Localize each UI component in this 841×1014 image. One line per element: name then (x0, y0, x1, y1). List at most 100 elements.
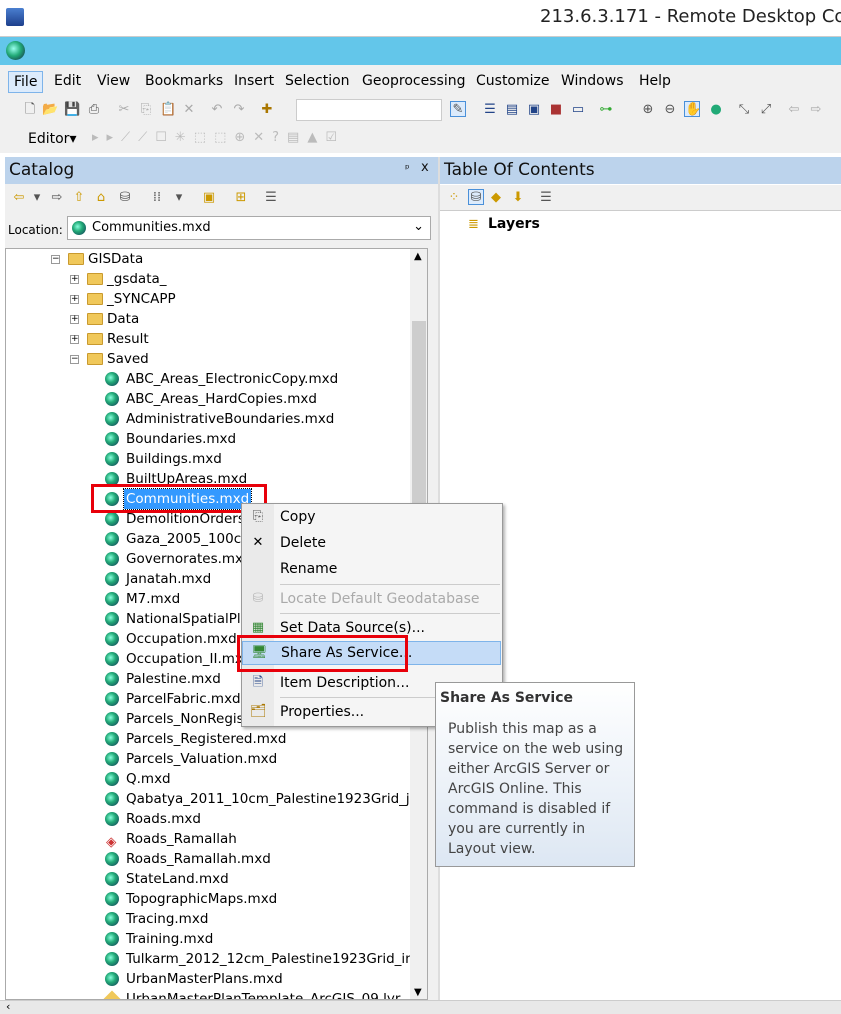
connect-folder-icon[interactable]: ⛁ (117, 190, 133, 206)
forward-extent-icon[interactable]: ⇨ (808, 102, 824, 118)
tree-item[interactable]: UrbanMasterPlans.mxd (6, 969, 406, 989)
horizontal-scrollbar[interactable]: ‹ (0, 1000, 841, 1014)
expand-icon[interactable]: + (70, 275, 79, 284)
tree-folder[interactable]: + _SYNCAPP (6, 289, 406, 309)
tree-folder[interactable]: − Saved (6, 349, 406, 369)
tree-item[interactable]: Boundaries.mxd (6, 429, 406, 449)
fixed-zoom-in-icon[interactable]: ⤡ (736, 102, 752, 118)
arctoolbox-icon[interactable]: ■ (548, 102, 564, 118)
editor-toolbar-icon[interactable]: ✎ (450, 101, 466, 117)
toggle-tree-icon[interactable]: ⊞ (233, 190, 249, 206)
tree-item[interactable]: Tulkarm_2012_12cm_Palestine1923Grid_img (6, 949, 427, 969)
zoom-in-icon[interactable]: ⊕ (640, 102, 656, 118)
paste-icon[interactable]: 📋 (160, 102, 176, 118)
views-icon[interactable]: ⁞⁞ (149, 190, 165, 206)
undo-icon[interactable]: ↶ (209, 102, 225, 118)
delete-icon[interactable]: ✕ (181, 102, 197, 118)
list-by-visibility-icon[interactable]: ◆ (488, 190, 504, 206)
back-extent-icon[interactable]: ⇦ (786, 102, 802, 118)
toc-options-icon[interactable]: ☰ (538, 190, 554, 206)
tree-item[interactable]: Qabatya_2011_10cm_Palestine1923Grid_jpg (6, 789, 427, 809)
python-window-icon[interactable]: ▭ (570, 102, 586, 118)
tree-folder[interactable]: + _gsdata_ (6, 269, 406, 289)
menu-selection[interactable]: Selection (280, 71, 355, 91)
tree-label: Gaza_2005_100cm (126, 531, 255, 547)
print-icon[interactable]: ⎙ (86, 102, 102, 118)
new-folder-icon[interactable]: ▣ (201, 190, 217, 206)
open-icon[interactable]: 📂 (42, 102, 58, 118)
menu-bookmarks[interactable]: Bookmarks (140, 71, 228, 91)
menu-windows[interactable]: Windows (556, 71, 629, 91)
menu-help[interactable]: Help (634, 71, 676, 91)
forward-icon[interactable]: ⇨ (49, 190, 65, 206)
list-by-source-icon[interactable]: ⛁ (468, 189, 484, 205)
tree-item[interactable]: Q.mxd (6, 769, 406, 789)
close-icon[interactable]: x (421, 160, 429, 175)
scroll-down-icon[interactable]: ▼ (414, 987, 422, 998)
redo-icon[interactable]: ↷ (231, 102, 247, 118)
menu-item-delete[interactable]: ✕ Delete (242, 530, 502, 556)
toc-icon[interactable]: ☰ (482, 102, 498, 118)
tree-folder[interactable]: + Data (6, 309, 406, 329)
menu-item-copy[interactable]: ⎘ Copy (242, 504, 502, 530)
views-dropdown-icon[interactable]: ▾ (171, 190, 187, 206)
menu-insert[interactable]: Insert (229, 71, 279, 91)
fixed-zoom-out-icon[interactable]: ⤢ (758, 102, 774, 118)
dropdown-icon[interactable]: ▾ (29, 190, 45, 206)
tree-item[interactable]: Roads.mxd (6, 809, 406, 829)
zoom-out-icon[interactable]: ⊖ (662, 102, 678, 118)
tree-item[interactable]: Roads_Ramallah.mxd (6, 849, 406, 869)
tree-item[interactable]: ABC_Areas_HardCopies.mxd (6, 389, 406, 409)
copy-icon[interactable]: ⎘ (138, 102, 154, 118)
menu-customize[interactable]: Customize (471, 71, 555, 91)
back-icon[interactable]: ⇦ (11, 190, 27, 206)
tree-item[interactable]: TopographicMaps.mxd (6, 889, 406, 909)
tree-item[interactable]: ◈ Roads_Ramallah (6, 829, 406, 850)
add-data-icon[interactable]: ✚ (259, 102, 275, 118)
cut-icon[interactable]: ✂ (116, 102, 132, 118)
list-by-drawing-order-icon[interactable]: ⁘ (446, 190, 462, 206)
scale-combo[interactable] (296, 99, 442, 121)
tree-label: Tulkarm_2012_12cm_Palestine1923Grid_img (126, 951, 427, 967)
full-extent-icon[interactable]: ● (708, 102, 724, 118)
editor-menu[interactable]: Editor▾ (28, 131, 76, 147)
pan-icon[interactable]: ✋ (684, 101, 701, 117)
tree-folder[interactable]: + Result (6, 329, 406, 349)
tree-item[interactable]: ABC_Areas_ElectronicCopy.mxd (6, 369, 406, 389)
menu-view[interactable]: View (92, 71, 135, 91)
tree-item[interactable]: Buildings.mxd (6, 449, 406, 469)
expand-icon[interactable]: + (70, 335, 79, 344)
save-icon[interactable]: 💾 (64, 102, 80, 118)
menu-item-rename[interactable]: Rename (242, 556, 502, 582)
tree-item[interactable]: AdministrativeBoundaries.mxd (6, 409, 406, 429)
tree-item[interactable]: UrbanMasterPlanTemplate_ArcGIS_09.lyr (6, 989, 406, 999)
scroll-left-icon[interactable]: ‹ (6, 1000, 10, 1013)
menu-file[interactable]: File (8, 71, 44, 93)
up-one-level-icon[interactable]: ⇧ (71, 190, 87, 206)
label: Item Description... (280, 675, 410, 691)
menu-edit[interactable]: Edit (49, 71, 86, 91)
list-by-selection-icon[interactable]: ⬇ (510, 190, 526, 206)
model-builder-icon[interactable]: ⊶ (598, 102, 614, 118)
search-window-icon[interactable]: ▣ (526, 102, 542, 118)
options-icon[interactable]: ☰ (263, 190, 279, 206)
tree-item[interactable]: StateLand.mxd (6, 869, 406, 889)
scroll-up-icon[interactable]: ▲ (414, 251, 422, 262)
expand-icon[interactable]: + (70, 315, 79, 324)
tree-item[interactable]: Tracing.mxd (6, 909, 406, 929)
collapse-icon[interactable]: − (51, 255, 60, 264)
location-combo[interactable]: Communities.mxd ⌄ (67, 216, 431, 240)
tree-item[interactable]: Parcels_Registered.mxd (6, 729, 406, 749)
menu-geoprocessing[interactable]: Geoprocessing (357, 71, 470, 91)
new-icon[interactable]: 🗋 (22, 102, 38, 118)
pin-icon[interactable]: ᵖ (405, 162, 410, 175)
expand-icon[interactable]: + (70, 295, 79, 304)
chevron-down-icon[interactable]: ⌄ (413, 219, 424, 234)
catalog-window-icon[interactable]: ▤ (504, 102, 520, 118)
collapse-icon[interactable]: − (70, 355, 79, 364)
tree-folder-gisdata[interactable]: − GISData (6, 249, 406, 269)
layers-dataframe[interactable]: Layers (488, 216, 540, 232)
tree-item[interactable]: Parcels_Valuation.mxd (6, 749, 406, 769)
home-icon[interactable]: ⌂ (93, 190, 109, 206)
tree-item[interactable]: Training.mxd (6, 929, 406, 949)
